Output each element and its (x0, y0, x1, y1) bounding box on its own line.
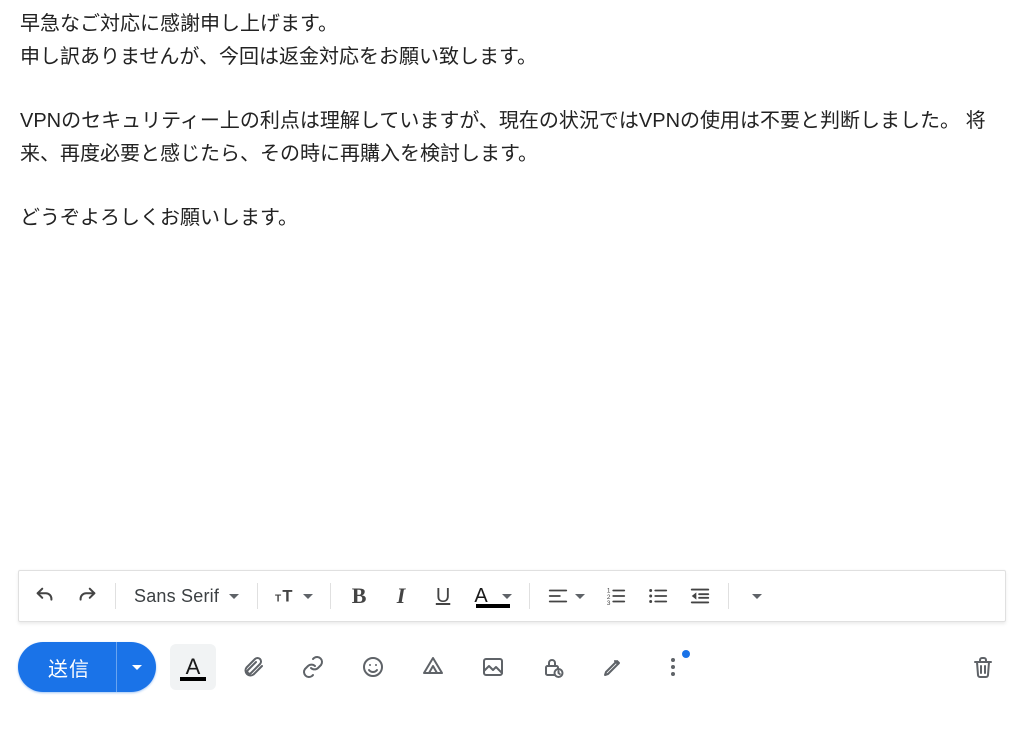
italic-button[interactable]: I (381, 576, 421, 616)
toolbar-separator (529, 583, 530, 609)
discard-draft-button[interactable] (960, 644, 1006, 690)
trash-icon (971, 655, 995, 679)
drive-icon (421, 655, 445, 679)
text-color-swatch (476, 604, 510, 608)
svg-text:3: 3 (607, 600, 611, 607)
send-button[interactable]: 送信 (18, 642, 116, 692)
more-options-button[interactable] (650, 644, 696, 690)
chevron-down-icon (575, 594, 585, 599)
indent-less-button[interactable] (680, 576, 720, 616)
image-icon (481, 655, 505, 679)
toolbar-separator (330, 583, 331, 609)
more-formatting-button[interactable] (737, 576, 777, 616)
bulleted-list-button[interactable] (638, 576, 678, 616)
send-row: 送信 A (0, 622, 1024, 710)
redo-button[interactable] (67, 576, 107, 616)
body-line: どうぞよろしくお願いします。 (20, 202, 1004, 235)
insert-drive-button[interactable] (410, 644, 456, 690)
chevron-down-icon (303, 594, 313, 599)
text-color-button[interactable]: A (465, 576, 521, 616)
numbered-list-button[interactable]: 1 2 3 (596, 576, 636, 616)
align-button[interactable] (538, 576, 594, 616)
chevron-down-icon (229, 594, 239, 599)
body-line: VPNのセキュリティー上の利点は理解していますが、現在の状況ではVPNの使用は不… (20, 105, 1004, 171)
font-family-picker[interactable]: Sans Serif (124, 576, 249, 616)
svg-text:T: T (275, 594, 282, 605)
underline-button[interactable]: U (423, 576, 463, 616)
text-color-swatch (180, 677, 206, 681)
formatting-toolbar: Sans Serif T T B I U A 1 2 3 (18, 570, 1006, 622)
chevron-down-icon (502, 594, 512, 599)
body-line: 申し訳ありませんが、今回は返金対応をお願い致します。 (20, 41, 1004, 74)
chevron-down-icon (132, 665, 142, 670)
send-split-button: 送信 (18, 642, 156, 692)
formatting-options-button[interactable]: A (170, 644, 216, 690)
compose-body[interactable]: 早急なご対応に感謝申し上げます。 申し訳ありませんが、今回は返金対応をお願い致し… (0, 0, 1024, 570)
blank-line (20, 74, 1004, 105)
toolbar-separator (728, 583, 729, 609)
bold-button[interactable]: B (339, 576, 379, 616)
undo-button[interactable] (25, 576, 65, 616)
font-size-picker[interactable]: T T (266, 576, 322, 616)
font-family-label: Sans Serif (134, 586, 219, 607)
chevron-down-icon (752, 594, 762, 599)
insert-emoji-button[interactable] (350, 644, 396, 690)
insert-signature-button[interactable] (590, 644, 636, 690)
link-icon (301, 655, 325, 679)
send-label: 送信 (48, 653, 90, 682)
body-line: 早急なご対応に感謝申し上げます。 (20, 8, 1004, 41)
attach-file-button[interactable] (230, 644, 276, 690)
insert-link-button[interactable] (290, 644, 336, 690)
text-color-icon: A (474, 586, 487, 606)
send-options-button[interactable] (116, 642, 156, 692)
emoji-icon (361, 655, 385, 679)
pen-icon (601, 655, 625, 679)
notification-dot (682, 650, 690, 658)
paperclip-icon (241, 655, 265, 679)
toolbar-separator (257, 583, 258, 609)
more-vert-icon (661, 655, 685, 679)
svg-text:T: T (282, 588, 292, 606)
confidential-mode-button[interactable] (530, 644, 576, 690)
insert-photo-button[interactable] (470, 644, 516, 690)
text-format-icon: A (186, 656, 201, 678)
toolbar-separator (115, 583, 116, 609)
blank-line (20, 171, 1004, 202)
lock-clock-icon (541, 655, 565, 679)
